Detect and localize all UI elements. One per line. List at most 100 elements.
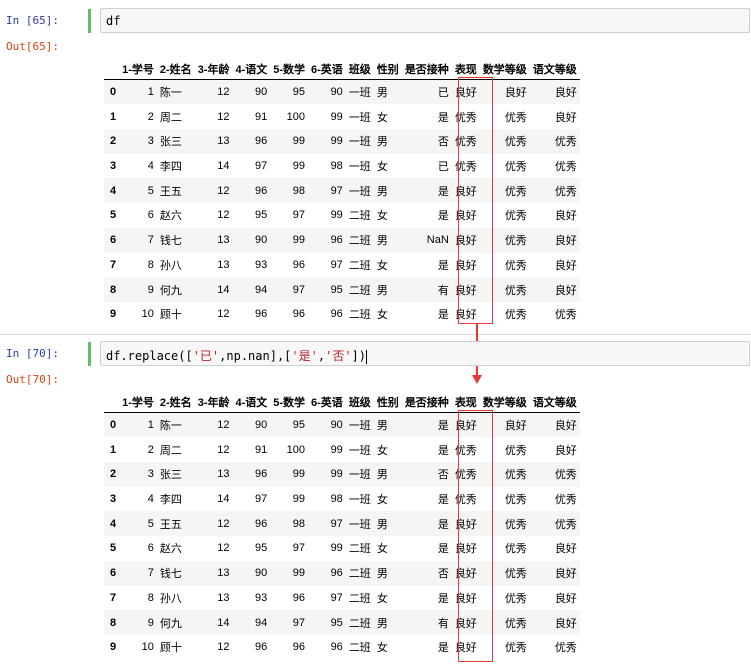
table-cell: 赵六 <box>159 210 182 223</box>
table-cell: 13 <box>217 135 230 148</box>
table-cell: 13 <box>217 591 230 604</box>
column-header: 性别 <box>373 385 402 413</box>
table-cell: 99 <box>292 234 306 247</box>
table-cell: 95 <box>292 86 306 99</box>
table-cell: 优秀 <box>554 136 577 149</box>
table-cell: 97 <box>292 283 306 296</box>
table-row: 7 8 孙八 13 93 96 97 二班女是良好 优秀 良好 <box>104 253 580 278</box>
table-cell: 二班 <box>348 235 371 248</box>
table-cell: 良好 <box>554 87 577 100</box>
column-header: 6-英语 <box>308 52 346 80</box>
table-cell: 良好 <box>554 444 577 457</box>
table-cell: 97 <box>292 542 306 555</box>
cell-focus-bar <box>88 342 91 366</box>
arrow-down-icon <box>472 375 482 384</box>
table-cell: 良好 <box>554 210 577 223</box>
column-header: 3-年龄 <box>194 385 233 413</box>
table-row: 9 10 顾十 12 96 96 96 二班女是良好 优秀 优秀 <box>104 302 580 327</box>
table-cell: 99 <box>330 542 343 555</box>
column-header: 性别 <box>373 52 402 80</box>
column-header: 表现 <box>451 52 480 80</box>
table-row: 9 10 顾十 12 96 96 96 二班女是良好 优秀 优秀 <box>104 635 580 660</box>
dataframe-output: 1-学号 2-姓名 3-年龄 4-语文 5-数学 6-英语 班级 性别 是否接种 表现 数学等级 语文… <box>104 385 580 660</box>
highlight-box <box>458 77 493 324</box>
table-row: 1 2 周二 12 91 100 99 一班女是优秀 优秀 良好 <box>104 104 580 129</box>
table-cell: 女 <box>376 161 388 174</box>
table-row: 8 9 何九 14 94 97 95 二班男有良好 优秀 良好 <box>104 610 580 635</box>
table-cell: 女 <box>376 642 388 655</box>
code-string: '已' <box>192 349 220 363</box>
table-cell: 8 <box>147 591 154 604</box>
table-cell: 二班 <box>348 543 371 556</box>
column-header: 6-英语 <box>308 385 346 413</box>
table-cell: 优秀 <box>554 642 577 655</box>
table-cell: 14 <box>217 493 230 506</box>
table-cell: 100 <box>286 443 306 456</box>
code-segment: ]) <box>351 349 366 363</box>
table-cell: 14 <box>217 283 230 296</box>
code-segment: df.replace([ <box>106 349 193 363</box>
table-cell: 4 <box>147 493 154 506</box>
table-row: 7 8 孙八 13 93 96 97 二班女是良好 优秀 良好 <box>104 586 580 611</box>
table-cell: 95 <box>330 283 343 296</box>
code-input[interactable]: df.replace(['已',np.nan],['是','否']) <box>100 341 750 366</box>
table-header-row: 1-学号 2-姓名 3-年龄 4-语文 5-数学 6-英语 班级 性别 是否接种 表现 数学等级 语文… <box>104 52 580 80</box>
table-cell: 95 <box>330 616 343 629</box>
table-cell: 96 <box>292 258 306 271</box>
cell-separator <box>0 334 751 335</box>
table-cell: 二班 <box>348 642 371 655</box>
table-cell: 97 <box>330 258 343 271</box>
table-cell: 一班 <box>348 111 371 124</box>
table-cell: 女 <box>376 592 388 605</box>
table-cell: 是 <box>437 420 449 433</box>
table-cell: 1 <box>147 419 154 432</box>
table-cell: 99 <box>292 160 306 173</box>
table-cell: 男 <box>376 87 388 100</box>
table-cell: 一班 <box>348 136 371 149</box>
column-header: 数学等级 <box>479 52 530 80</box>
highlight-box <box>458 410 493 662</box>
column-header: 班级 <box>345 385 374 413</box>
column-header: 语文等级 <box>529 385 580 413</box>
row-index: 1 <box>110 110 117 123</box>
table-cell: 96 <box>292 591 306 604</box>
table-cell: 良好 <box>554 235 577 248</box>
column-header: 4-语文 <box>232 385 271 413</box>
input-prompt: In [65]: <box>6 14 59 27</box>
column-header: 2-姓名 <box>156 385 195 413</box>
table-cell: 12 <box>217 542 230 555</box>
table-cell: 何九 <box>159 284 182 297</box>
table-cell: 99 <box>330 443 343 456</box>
table-cell: 是 <box>437 592 449 605</box>
table-cell: 女 <box>376 111 388 124</box>
table-cell: 周二 <box>159 111 182 124</box>
table-cell: 99 <box>292 468 306 481</box>
row-index: 8 <box>110 616 117 629</box>
table-cell: 良好 <box>554 568 577 581</box>
table-cell: 90 <box>255 567 268 580</box>
table-cell: 3 <box>147 135 154 148</box>
table-cell: 5 <box>147 184 154 197</box>
table-cell: 一班 <box>348 420 371 433</box>
table-cell: 93 <box>255 258 268 271</box>
cell-focus-bar <box>88 9 91 33</box>
code-segment: ,np.nan],[ <box>219 349 292 363</box>
table-cell: 否 <box>437 136 449 149</box>
table-cell: 96 <box>292 308 306 321</box>
table-cell: 是 <box>437 518 449 531</box>
table-cell: 男 <box>376 136 388 149</box>
table-cell: 12 <box>217 641 230 654</box>
table-cell: 是 <box>437 259 449 272</box>
table-cell: 13 <box>217 567 230 580</box>
table-cell: 12 <box>217 308 230 321</box>
table-cell: 99 <box>292 135 306 148</box>
table-header-row: 1-学号 2-姓名 3-年龄 4-语文 5-数学 6-英语 班级 性别 是否接种 表现 数学等级 语文… <box>104 385 580 413</box>
table-cell: 良好 <box>554 420 577 433</box>
table-cell: 有 <box>437 284 449 297</box>
table-cell: 女 <box>376 543 388 556</box>
table-cell: 李四 <box>159 161 182 174</box>
table-row: 8 9 何九 14 94 97 95 二班男有良好 优秀 良好 <box>104 277 580 302</box>
column-header: 数学等级 <box>479 385 530 413</box>
table-cell: 12 <box>217 443 230 456</box>
code-input[interactable]: df <box>100 8 750 33</box>
